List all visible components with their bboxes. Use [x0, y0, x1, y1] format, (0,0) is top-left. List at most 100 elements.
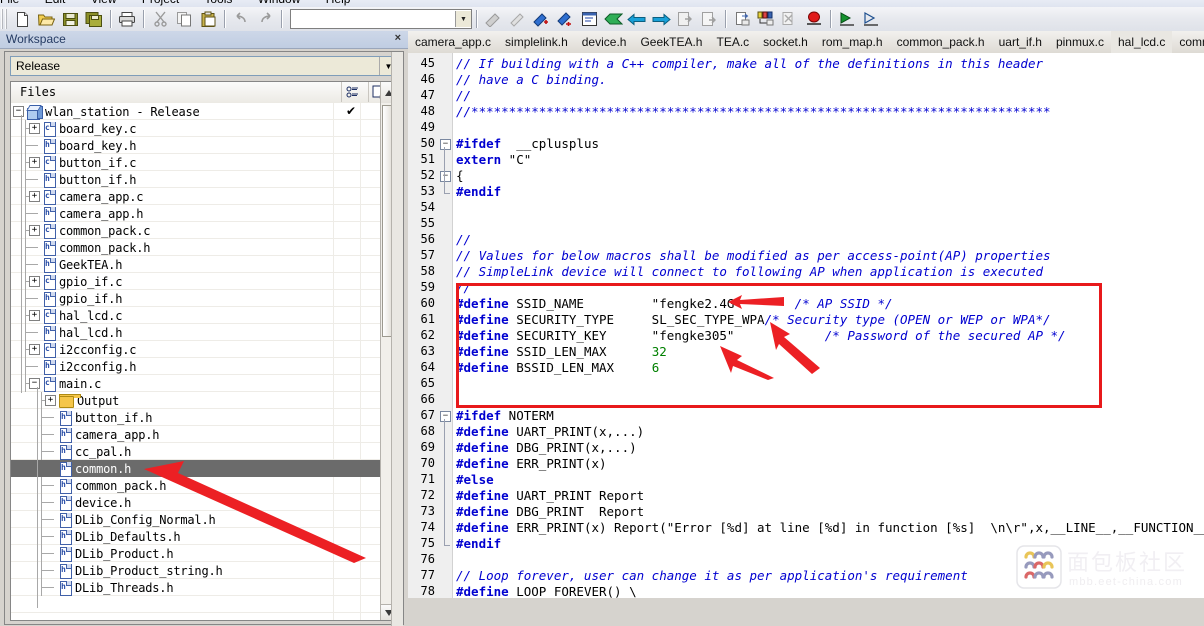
code-line[interactable]: // SimpleLink device will connect to fol… [456, 264, 1043, 280]
print-icon[interactable] [115, 8, 139, 30]
code-line[interactable]: extern "C" [456, 152, 531, 168]
tree-item[interactable]: h DLib_Defaults.h [11, 528, 371, 545]
tree-item[interactable]: − wlan_station - Release ✔ [11, 103, 371, 120]
code-line[interactable]: #endif [456, 536, 501, 552]
collapse-icon[interactable]: − [13, 106, 24, 117]
menu-item-help[interactable]: Help [326, 0, 351, 6]
tab-device-h[interactable]: device.h [575, 31, 634, 53]
tree-item[interactable]: h GeekTEA.h [11, 256, 371, 273]
debug-multi-icon[interactable] [754, 8, 778, 30]
tree-item[interactable]: + Output [11, 392, 371, 409]
breakpoint-icon[interactable] [802, 8, 826, 30]
expand-icon[interactable]: + [29, 225, 40, 236]
tree-item[interactable]: − c main.c [11, 375, 371, 392]
tab-camera-app-c[interactable]: camera_app.c [408, 31, 498, 53]
goto-prev-bookmark-icon[interactable] [553, 8, 577, 30]
code-line[interactable]: #define ERR_PRINT(x) [456, 456, 607, 472]
compile-icon[interactable] [601, 8, 625, 30]
tree-item[interactable]: h DLib_Threads.h [11, 579, 371, 596]
code-line[interactable]: #ifdef __cplusplus [456, 136, 599, 152]
code-line[interactable]: #define UART_PRINT Report [456, 488, 644, 504]
save-all-icon[interactable] [82, 8, 106, 30]
workspace-outer-scrollbar[interactable] [391, 52, 403, 626]
code-line[interactable]: #endif [456, 184, 501, 200]
run-icon[interactable] [835, 8, 859, 30]
tree-item[interactable]: h hal_lcd.h [11, 324, 371, 341]
tab-common-pack-h[interactable]: common_pack.h [890, 31, 992, 53]
source-code-text[interactable]: // If building with a C++ compiler, make… [456, 53, 1204, 598]
make-icon[interactable] [673, 8, 697, 30]
fold-toggle-icon[interactable]: − [440, 139, 451, 150]
project-tree[interactable]: − wlan_station - Release ✔ + c board_key.c h bo… [11, 103, 381, 620]
code-line[interactable]: #define DBG_PRINT(x,...) [456, 440, 637, 456]
tree-item[interactable]: h common_pack.h [11, 239, 371, 256]
tree-item[interactable]: h common_pack.h [11, 477, 371, 494]
menu-item-window[interactable]: Window [258, 0, 301, 6]
tree-item[interactable]: h DLib_Config_Normal.h [11, 511, 371, 528]
forward-icon[interactable] [649, 8, 673, 30]
bookmark-clear-icon[interactable] [505, 8, 529, 30]
editor-tab-bar[interactable]: camera_app.c simplelink.h device.h GeekTEA.… [408, 31, 1204, 54]
code-line[interactable]: // Values for below macros shall be modi… [456, 248, 1051, 264]
tree-item[interactable]: h camera_app.h [11, 426, 371, 443]
debug-file-icon[interactable] [730, 8, 754, 30]
menu-items[interactable]: File Edit View Project Tools Window Help [0, 0, 372, 6]
expand-icon[interactable]: + [29, 344, 40, 355]
back-icon[interactable] [625, 8, 649, 30]
tab-tea-c[interactable]: TEA.c [709, 31, 756, 53]
code-line[interactable]: // Loop forever, user can change it as p… [456, 568, 968, 584]
code-line[interactable]: #define BSSID_LEN_MAX 6 [456, 360, 659, 376]
code-line[interactable]: #else [456, 472, 494, 488]
menu-item-file[interactable]: File [0, 0, 19, 6]
code-line[interactable]: // [456, 88, 471, 104]
undo-icon[interactable] [229, 8, 253, 30]
make-all-icon[interactable] [697, 8, 721, 30]
run-to-cursor-icon[interactable] [859, 8, 883, 30]
tree-item[interactable]: h button_if.h [11, 171, 371, 188]
expand-icon[interactable]: + [29, 191, 40, 202]
tree-item[interactable]: h cc_pal.h [11, 443, 371, 460]
code-line[interactable]: // have a C binding. [456, 72, 607, 88]
tree-item[interactable]: h camera_app.h [11, 205, 371, 222]
tab-pinmux-c[interactable]: pinmux.c [1049, 31, 1111, 53]
expand-icon[interactable]: + [29, 276, 40, 287]
collapse-icon[interactable]: − [29, 378, 40, 389]
cut-icon[interactable] [148, 8, 172, 30]
tree-item-common-h[interactable]: h common.h [11, 460, 381, 477]
menu-item-edit[interactable]: Edit [45, 0, 66, 6]
bookmark-toggle-icon[interactable] [481, 8, 505, 30]
menu-item-view[interactable]: View [91, 0, 117, 6]
expand-icon[interactable]: + [29, 157, 40, 168]
tree-item[interactable]: + c board_key.c [11, 120, 371, 137]
navigate-icon[interactable] [577, 8, 601, 30]
code-line[interactable]: #define SSID_LEN_MAX 32 [456, 344, 667, 360]
tree-item[interactable]: h i2cconfig.h [11, 358, 371, 375]
tree-item[interactable]: + c hal_lcd.c [11, 307, 371, 324]
code-line[interactable]: #define DBG_PRINT Report [456, 504, 644, 520]
tab-socket-h[interactable]: socket.h [756, 31, 815, 53]
expand-icon[interactable]: + [29, 310, 40, 321]
tree-item[interactable]: h device.h [11, 494, 371, 511]
tab-geektea-h[interactable]: GeekTEA.h [633, 31, 709, 53]
close-icon[interactable]: × [395, 32, 401, 44]
tab-rom-map-h[interactable]: rom_map.h [815, 31, 890, 53]
quick-search-combo[interactable]: ▼ [290, 9, 472, 29]
tab-common-pack-c[interactable]: common_pack.c [1172, 31, 1204, 53]
code-line[interactable]: #define LOOP_FOREVER() \ [456, 584, 637, 598]
tree-item[interactable]: + c i2cconfig.c [11, 341, 371, 358]
code-folding-margin[interactable]: − − − [438, 53, 453, 598]
filter-icon[interactable] [345, 85, 361, 100]
new-file-icon[interactable] [10, 8, 34, 30]
code-line[interactable]: // [456, 232, 471, 248]
tab-simplelink-h[interactable]: simplelink.h [498, 31, 575, 53]
code-line[interactable]: // If building with a C++ compiler, make… [456, 56, 1043, 72]
redo-icon[interactable] [253, 8, 277, 30]
tree-item[interactable]: h button_if.h [11, 409, 371, 426]
expand-icon[interactable]: + [29, 123, 40, 134]
save-icon[interactable] [58, 8, 82, 30]
tree-item[interactable]: h board_key.h [11, 137, 371, 154]
fold-toggle-icon[interactable]: − [440, 411, 451, 422]
tab-hal-lcd-c[interactable]: hal_lcd.c [1111, 31, 1173, 53]
tree-item[interactable]: h DLib_Product_string.h [11, 562, 371, 579]
toolbar-grip[interactable] [1, 9, 8, 29]
